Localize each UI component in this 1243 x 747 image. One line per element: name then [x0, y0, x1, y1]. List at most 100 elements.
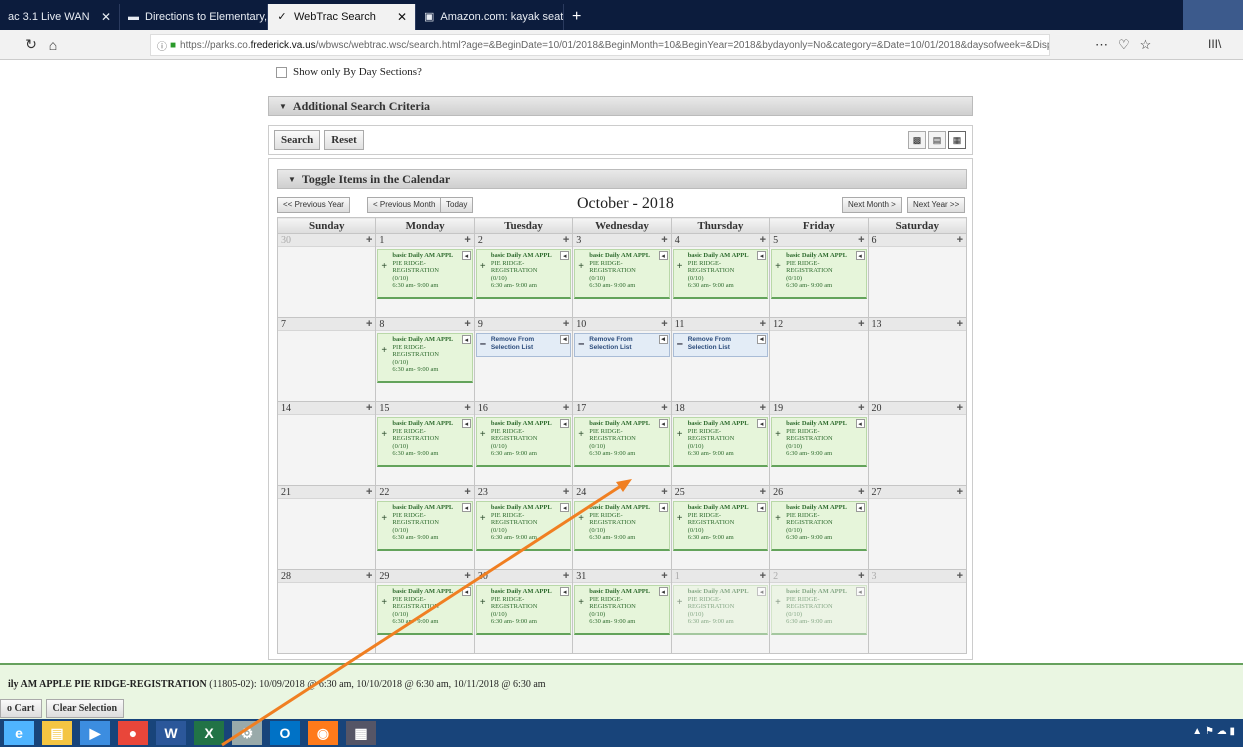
remove-from-selection[interactable]: – ◂ Remove From Selection List	[574, 333, 670, 357]
add-day-icon[interactable]: +	[563, 402, 569, 414]
activity-info-icon[interactable]: ◂	[461, 503, 471, 512]
activity-event[interactable]: + ◂ basic Daily AM APPL PIE RIDGE- REGISTRAT…	[574, 417, 670, 467]
add-activity-icon[interactable]: +	[480, 262, 486, 271]
calendar-day[interactable]: 14 +	[276, 401, 377, 486]
activity-event[interactable]: + ◂ basic Daily AM APPL PIE RIDGE- REGISTRAT…	[377, 501, 473, 551]
add-day-icon[interactable]: +	[563, 234, 569, 246]
add-activity-icon[interactable]: +	[775, 598, 781, 607]
pocket-icon[interactable]: ♡	[1118, 37, 1130, 53]
remove-icon[interactable]: –	[480, 339, 486, 350]
add-activity-icon[interactable]: +	[578, 598, 584, 607]
next-month-button[interactable]: Next Month >	[842, 197, 902, 213]
calendar-day[interactable]: 30 +	[276, 233, 377, 318]
add-activity-icon[interactable]: +	[677, 262, 683, 271]
add-day-icon[interactable]: +	[661, 234, 667, 246]
calendar-day[interactable]: 5 + + ◂ basic Daily AM APPL PIE RIDGE- REGISTR…	[769, 233, 869, 318]
calendar-day[interactable]: 3 +	[867, 569, 968, 654]
add-day-icon[interactable]: +	[366, 402, 372, 414]
activity-info-icon[interactable]: ◂	[658, 251, 668, 260]
add-activity-icon[interactable]: +	[480, 598, 486, 607]
activity-info-icon[interactable]: ◂	[560, 587, 570, 596]
add-day-icon[interactable]: +	[464, 486, 470, 498]
calendar-day[interactable]: 18 + + ◂ basic Daily AM APPL PIE RIDGE- REGIST…	[670, 401, 771, 486]
clear-selection-button[interactable]: Clear Selection	[45, 699, 125, 718]
activity-info-icon[interactable]: ◂	[560, 335, 570, 344]
add-activity-icon[interactable]: +	[578, 430, 584, 439]
activity-event[interactable]: + ◂ basic Daily AM APPL PIE RIDGE- REGISTRAT…	[771, 585, 867, 635]
activity-event[interactable]: + ◂ basic Daily AM APPL PIE RIDGE- REGISTRAT…	[377, 249, 473, 299]
add-day-icon[interactable]: +	[464, 318, 470, 330]
activity-info-icon[interactable]: ◂	[461, 419, 471, 428]
calendar-day[interactable]: 4 + + ◂ basic Daily AM APPL PIE RIDGE- REGISTR…	[670, 233, 771, 318]
close-icon[interactable]: ✕	[397, 10, 407, 24]
calendar-day[interactable]: 12 +	[769, 317, 869, 402]
add-activity-icon[interactable]: +	[578, 514, 584, 523]
star-icon[interactable]: ☆	[1140, 37, 1152, 53]
edge-icon[interactable]: e	[4, 721, 34, 745]
list-view-icon[interactable]: ▩	[908, 131, 926, 149]
calendar-day[interactable]: 25 + + ◂ basic Daily AM APPL PIE RIDGE- REGIST…	[670, 485, 771, 570]
remove-from-selection[interactable]: – ◂ Remove From Selection List	[475, 333, 572, 357]
file-explorer-icon[interactable]: ▤	[42, 721, 72, 745]
chrome-icon[interactable]: ●	[118, 721, 148, 745]
calendar-day[interactable]: 23 + + ◂ basic Daily AM APPL PIE RIDGE- REGIST…	[473, 485, 574, 570]
activity-info-icon[interactable]: ◂	[855, 587, 865, 596]
add-day-icon[interactable]: +	[760, 402, 766, 414]
calendar-day[interactable]: 19 + + ◂ basic Daily AM APPL PIE RIDGE- REGIST…	[769, 401, 869, 486]
activity-info-icon[interactable]: ◂	[658, 419, 668, 428]
activity-info-icon[interactable]: ◂	[461, 335, 471, 344]
calendar-day[interactable]: 27 +	[867, 485, 968, 570]
more-icon[interactable]: ⋯	[1095, 37, 1108, 53]
calendar-day[interactable]: 22 + + ◂ basic Daily AM APPL PIE RIDGE- REGIST…	[375, 485, 475, 570]
calculator-icon[interactable]: ▦	[346, 721, 376, 745]
add-day-icon[interactable]: +	[858, 318, 864, 330]
add-day-icon[interactable]: +	[661, 402, 667, 414]
add-day-icon[interactable]: +	[760, 486, 766, 498]
calendar-day[interactable]: 2 + + ◂ basic Daily AM APPL PIE RIDGE- REGISTR…	[473, 233, 574, 318]
activity-event[interactable]: + ◂ basic Daily AM APPL PIE RIDGE- REGISTRAT…	[771, 417, 867, 467]
add-activity-icon[interactable]: +	[480, 430, 486, 439]
add-activity-icon[interactable]: +	[480, 514, 486, 523]
add-day-icon[interactable]: +	[957, 570, 963, 582]
add-day-icon[interactable]: +	[464, 570, 470, 582]
activity-event[interactable]: + ◂ basic Daily AM APPL PIE RIDGE- REGISTRAT…	[771, 249, 867, 299]
calendar-day[interactable]: 21 +	[276, 485, 377, 570]
library-icon[interactable]: III\	[1208, 37, 1221, 51]
activity-event[interactable]: + ◂ basic Daily AM APPL PIE RIDGE- REGISTRAT…	[475, 501, 572, 551]
browser-tab[interactable]: ac 3.1 Live WAN ✕	[0, 4, 120, 30]
add-day-icon[interactable]: +	[957, 234, 963, 246]
activity-info-icon[interactable]: ◂	[855, 419, 865, 428]
calendar-day[interactable]: 3 + + ◂ basic Daily AM APPL PIE RIDGE- REGISTR…	[572, 233, 672, 318]
additional-criteria-header[interactable]: ▼ Additional Search Criteria	[268, 96, 973, 116]
activity-event[interactable]: + ◂ basic Daily AM APPL PIE RIDGE- REGISTRAT…	[377, 585, 473, 635]
calendar-day[interactable]: 13 +	[867, 317, 968, 402]
add-to-cart-button[interactable]: o Cart	[0, 699, 42, 718]
close-icon[interactable]: ✕	[101, 10, 111, 24]
system-tray[interactable]: ▲ ⚑ ☁ ▮	[1192, 726, 1235, 737]
add-activity-icon[interactable]: +	[677, 598, 683, 607]
add-day-icon[interactable]: +	[661, 570, 667, 582]
grid-view-icon[interactable]: ▤	[928, 131, 946, 149]
settings-icon[interactable]: ⚙	[232, 721, 262, 745]
add-day-icon[interactable]: +	[858, 234, 864, 246]
activity-info-icon[interactable]: ◂	[560, 503, 570, 512]
activity-info-icon[interactable]: ◂	[461, 251, 471, 260]
add-day-icon[interactable]: +	[366, 570, 372, 582]
add-activity-icon[interactable]: +	[381, 514, 387, 523]
add-day-icon[interactable]: +	[760, 318, 766, 330]
reset-button[interactable]: Reset	[324, 130, 364, 150]
calendar-day[interactable]: 15 + + ◂ basic Daily AM APPL PIE RIDGE- REGIST…	[375, 401, 475, 486]
add-day-icon[interactable]: +	[661, 318, 667, 330]
window-controls[interactable]	[1183, 0, 1243, 30]
calendar-view-icon[interactable]: ▦	[948, 131, 966, 149]
add-day-icon[interactable]: +	[563, 486, 569, 498]
info-icon[interactable]: ⓘ	[157, 38, 167, 53]
activity-info-icon[interactable]: ◂	[658, 335, 668, 344]
add-day-icon[interactable]: +	[366, 234, 372, 246]
activity-info-icon[interactable]: ◂	[757, 587, 767, 596]
home-icon[interactable]: ⌂	[42, 37, 64, 53]
toggle-calendar-header[interactable]: ▼ Toggle Items in the Calendar	[277, 169, 967, 189]
add-day-icon[interactable]: +	[366, 318, 372, 330]
activity-event[interactable]: + ◂ basic Daily AM APPL PIE RIDGE- REGISTRAT…	[771, 501, 867, 551]
activity-info-icon[interactable]: ◂	[560, 419, 570, 428]
